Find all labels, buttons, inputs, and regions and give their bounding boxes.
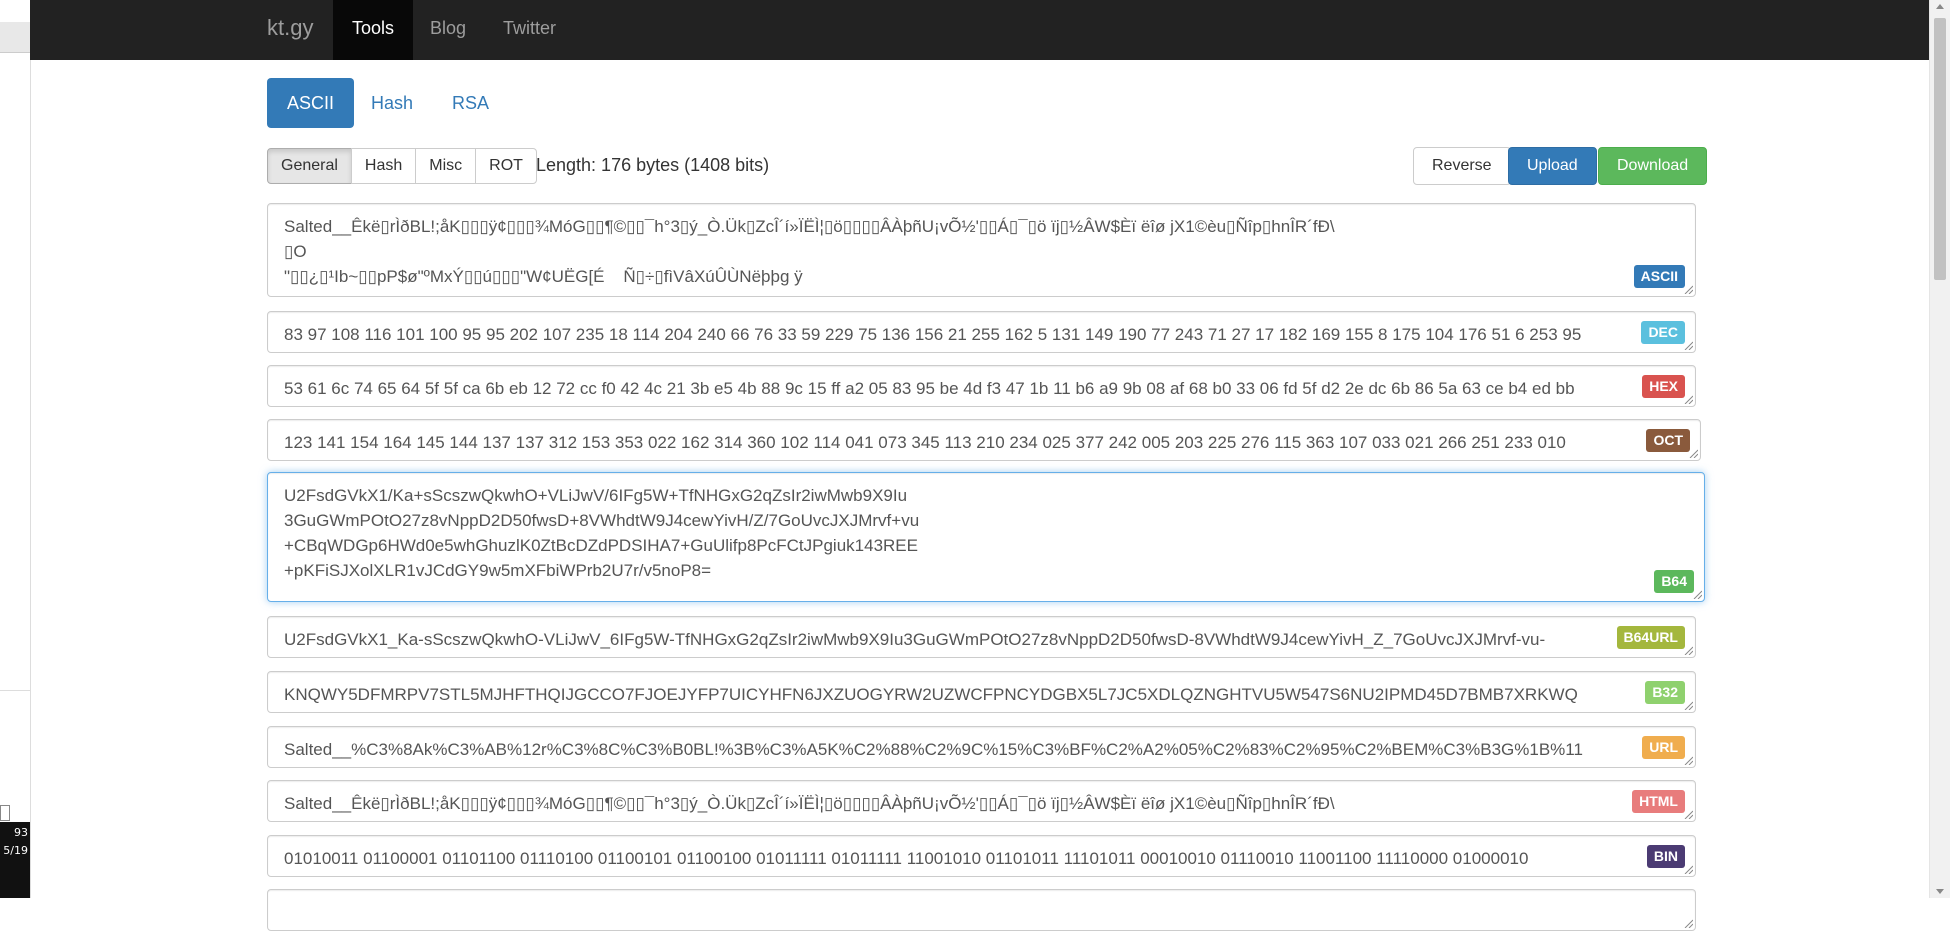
top-navbar: kt.gy Tools Blog Twitter bbox=[30, 0, 1930, 60]
brand-link[interactable]: kt.gy bbox=[267, 0, 313, 60]
resize-handle-icon[interactable] bbox=[1683, 809, 1693, 819]
download-button[interactable]: Download bbox=[1598, 147, 1708, 185]
b32-textarea[interactable]: KNQWY5DFMRPV7STL5MJHFTHQIJGCCO7FJOEJYFP7… bbox=[267, 671, 1696, 713]
dec-badge: DEC bbox=[1641, 321, 1685, 344]
b64url-value: U2FsdGVkX1_Ka-sScszwQkwhO-VLiJwV_6IFg5W-… bbox=[284, 630, 1546, 649]
length-info: Length: 176 bytes (1408 bits) bbox=[536, 155, 770, 175]
resize-handle-icon[interactable] bbox=[1683, 394, 1693, 404]
taskbar-clock: 93 5/19 bbox=[0, 822, 30, 898]
scrollbar-thumb[interactable] bbox=[1934, 18, 1946, 280]
url-textarea[interactable]: Salted__%C3%8Ak%C3%AB%12r%C3%8C%C3%B0BL!… bbox=[267, 726, 1696, 768]
scroll-up-icon[interactable] bbox=[1936, 4, 1944, 9]
html-textarea[interactable]: Salted__Êkë▯rÌðBL!;åK▯▯▯ÿ¢▯▯▯¾MóG▯▯¶©▯▯¯… bbox=[267, 780, 1696, 822]
url-badge: URL bbox=[1642, 736, 1685, 759]
subtab-misc[interactable]: Misc bbox=[415, 148, 477, 184]
url-value: Salted__%C3%8Ak%C3%AB%12r%C3%8C%C3%B0BL!… bbox=[284, 740, 1583, 759]
hex-badge: HEX bbox=[1642, 375, 1685, 398]
ascii-value: Salted__Êkë▯rÌðBL!;åK▯▯▯ÿ¢▯▯▯¾MóG▯▯¶©▯▯¯… bbox=[284, 217, 1335, 286]
dec-textarea[interactable]: 83 97 108 116 101 100 95 95 202 107 235 … bbox=[267, 311, 1696, 353]
resize-handle-icon[interactable] bbox=[1683, 918, 1693, 928]
subtab-general[interactable]: General bbox=[267, 148, 352, 184]
upload-button[interactable]: Upload bbox=[1508, 147, 1597, 185]
b32-value: KNQWY5DFMRPV7STL5MJHFTHQIJGCCO7FJOEJYFP7… bbox=[284, 685, 1578, 704]
resize-handle-icon[interactable] bbox=[1683, 645, 1693, 655]
b64url-badge: B64URL bbox=[1616, 626, 1685, 649]
bin-value: 01010011 01100001 01101100 01110100 0110… bbox=[284, 849, 1529, 868]
reverse-button[interactable]: Reverse bbox=[1413, 147, 1511, 185]
scroll-down-icon[interactable] bbox=[1936, 889, 1944, 894]
left-window-checkbox[interactable] bbox=[0, 805, 10, 821]
hex-textarea[interactable]: 53 61 6c 74 65 64 5f 5f ca 6b eb 12 72 c… bbox=[267, 365, 1696, 407]
resize-handle-icon[interactable] bbox=[1683, 284, 1693, 294]
oct-value: 123 141 154 164 145 144 137 137 312 153 … bbox=[284, 433, 1566, 452]
dec-value: 83 97 108 116 101 100 95 95 202 107 235 … bbox=[284, 325, 1582, 344]
resize-handle-icon[interactable] bbox=[1688, 448, 1698, 458]
nav-twitter[interactable]: Twitter bbox=[503, 0, 556, 60]
resize-handle-icon[interactable] bbox=[1683, 755, 1693, 765]
subtab-hash[interactable]: Hash bbox=[350, 148, 417, 184]
subtab-group: General Hash Misc ROT bbox=[267, 148, 537, 184]
left-window-divider bbox=[0, 690, 30, 691]
b64url-textarea[interactable]: U2FsdGVkX1_Ka-sScszwQkwhO-VLiJwV_6IFg5W-… bbox=[267, 616, 1696, 658]
b64-badge: B64 bbox=[1654, 570, 1694, 593]
nav-blog[interactable]: Blog bbox=[430, 0, 466, 60]
left-window-strip: 93 5/19 bbox=[0, 0, 31, 898]
resize-handle-icon[interactable] bbox=[1683, 700, 1693, 710]
bin-badge: BIN bbox=[1646, 845, 1685, 868]
left-window-row bbox=[0, 22, 30, 53]
resize-handle-icon[interactable] bbox=[1692, 589, 1702, 599]
page-scrollbar[interactable] bbox=[1929, 0, 1950, 898]
oct-badge: OCT bbox=[1646, 429, 1690, 452]
oct-textarea[interactable]: 123 141 154 164 145 144 137 137 312 153 … bbox=[267, 419, 1701, 461]
tab-ascii[interactable]: ASCII bbox=[267, 78, 355, 128]
b64-textarea[interactable]: U2FsdGVkX1/Ka+sScszwQkwhO+VLiJwV/6IFg5W+… bbox=[267, 472, 1705, 602]
subtab-rot[interactable]: ROT bbox=[475, 148, 537, 184]
resize-handle-icon[interactable] bbox=[1683, 340, 1693, 350]
resize-handle-icon[interactable] bbox=[1683, 864, 1693, 874]
bin-textarea[interactable]: 01010011 01100001 01101100 01110100 0110… bbox=[267, 835, 1696, 877]
hex-value: 53 61 6c 74 65 64 5f 5f ca 6b eb 12 72 c… bbox=[284, 379, 1575, 398]
html-value: Salted__Êkë▯rÌðBL!;åK▯▯▯ÿ¢▯▯▯¾MóG▯▯¶©▯▯¯… bbox=[284, 794, 1335, 813]
tab-hash[interactable]: Hash bbox=[351, 78, 433, 128]
next-textarea[interactable] bbox=[267, 889, 1696, 931]
taskbar-date: 5/19 bbox=[3, 844, 28, 857]
ascii-textarea[interactable]: Salted__Êkë▯rÌðBL!;åK▯▯▯ÿ¢▯▯▯¾MóG▯▯¶©▯▯¯… bbox=[267, 203, 1696, 297]
tab-rsa[interactable]: RSA bbox=[432, 78, 509, 128]
ascii-badge: ASCII bbox=[1633, 265, 1685, 288]
nav-tools[interactable]: Tools bbox=[333, 0, 414, 60]
b64-value: U2FsdGVkX1/Ka+sScszwQkwhO+VLiJwV/6IFg5W+… bbox=[284, 486, 920, 580]
b32-badge: B32 bbox=[1645, 681, 1685, 704]
html-badge: HTML bbox=[1632, 790, 1685, 813]
taskbar-time: 93 bbox=[14, 826, 28, 839]
